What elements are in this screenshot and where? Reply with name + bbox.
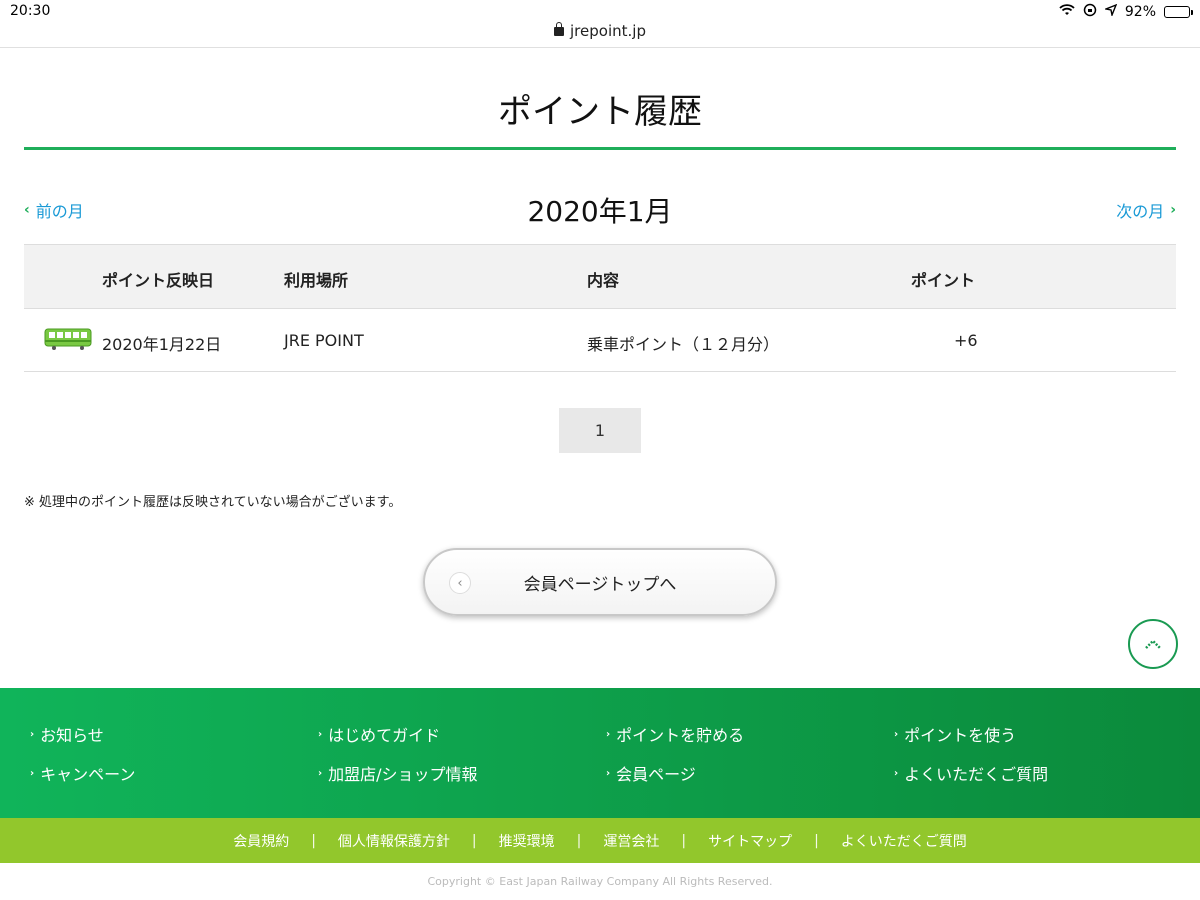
- page-title: ポイント履歴: [498, 92, 702, 132]
- next-month-label: 次の月: [1116, 202, 1165, 221]
- chevron-left-icon: ‹: [449, 572, 471, 594]
- footer-link-company[interactable]: 運営会社: [581, 831, 681, 851]
- point-history-table: ポイント反映日 利用場所 内容 ポイント 2020年1月22日 JRE POIN…: [24, 244, 1176, 372]
- footer-nav-campaign[interactable]: › キャンペーン: [30, 761, 135, 785]
- footer-nav-label: ポイントを貯める: [616, 726, 745, 745]
- header-place: 利用場所: [284, 271, 349, 290]
- chevron-right-icon: ›: [318, 767, 323, 779]
- member-top-label: 会員ページトップへ: [523, 574, 677, 595]
- processing-note: ※ 処理中のポイント履歴は反映されていない場合がございます。: [24, 495, 402, 510]
- footer-link-faq[interactable]: よくいただくご質問: [819, 831, 989, 851]
- title-divider: [24, 147, 1176, 150]
- status-right: 92%: [1059, 3, 1193, 21]
- next-month-link[interactable]: 次の月 ›: [1116, 198, 1176, 222]
- chevron-right-icon: ›: [606, 767, 611, 779]
- row-place: JRE POINT: [284, 331, 364, 350]
- footer-nav-news[interactable]: › お知らせ: [30, 722, 104, 746]
- footer-link-sitemap[interactable]: サイトマップ: [686, 831, 814, 851]
- train-icon: [44, 327, 92, 351]
- footer-link-terms[interactable]: 会員規約: [211, 831, 311, 851]
- current-month: 2020年1月: [527, 195, 673, 228]
- link-separator: |: [471, 832, 477, 849]
- footer-link-recommended-env[interactable]: 推奨環境: [477, 831, 577, 851]
- link-separator: |: [576, 832, 582, 849]
- footer-nav-label: 加盟店/ショップ情報: [328, 765, 478, 784]
- footer-nav-label: よくいただくご質問: [904, 765, 1049, 784]
- battery-percent: 92%: [1124, 4, 1156, 20]
- footer-nav-faq[interactable]: › よくいただくご質問: [894, 761, 1048, 785]
- row-content: 乗車ポイント（１２月分）: [587, 335, 780, 354]
- chevron-up-icon: [1145, 639, 1161, 649]
- orientation-lock-icon: [1083, 3, 1097, 21]
- link-separator: |: [681, 832, 687, 849]
- footer-nav-label: ポイントを使う: [904, 726, 1017, 745]
- header-date: ポイント反映日: [102, 271, 215, 290]
- header-content: 内容: [587, 271, 620, 290]
- footer-nav-shop-info[interactable]: › 加盟店/ショップ情報: [318, 761, 478, 785]
- lock-icon: [554, 22, 565, 36]
- footer-nav-use-points[interactable]: › ポイントを使う: [894, 722, 1016, 746]
- link-separator: |: [814, 832, 819, 849]
- address-bar[interactable]: jrepoint.jp: [0, 22, 1200, 48]
- scroll-to-top-button[interactable]: [1128, 619, 1178, 669]
- copyright: Copyright © East Japan Railway Company A…: [427, 875, 773, 888]
- status-bar: 20:30 92%: [0, 0, 1200, 22]
- row-point: +6: [954, 331, 978, 350]
- chevron-right-icon: ›: [318, 728, 323, 740]
- location-icon: [1103, 3, 1118, 20]
- footer-nav-label: はじめてガイド: [328, 726, 441, 745]
- wifi-icon: [1059, 4, 1075, 20]
- footer-nav-label: 会員ページ: [616, 765, 696, 784]
- footer-nav-label: お知らせ: [40, 726, 104, 745]
- footer-nav-guide[interactable]: › はじめてガイド: [318, 722, 440, 746]
- chevron-right-icon: ›: [606, 728, 611, 740]
- url-text: jrepoint.jp: [570, 22, 646, 40]
- chevron-right-icon: ›: [894, 728, 899, 740]
- chevron-right-icon: ›: [894, 767, 899, 779]
- chevron-right-icon: ›: [1170, 202, 1176, 218]
- table-row: 2020年1月22日 JRE POINT 乗車ポイント（１２月分） +6: [24, 308, 1176, 372]
- footer-link-privacy-policy[interactable]: 個人情報保護方針: [316, 831, 472, 851]
- footer-nav-label: キャンペーン: [40, 765, 136, 784]
- footer-nav-earn-points[interactable]: › ポイントを貯める: [606, 722, 744, 746]
- table-header: ポイント反映日 利用場所 内容 ポイント: [24, 244, 1176, 308]
- link-separator: |: [311, 832, 316, 849]
- row-date: 2020年1月22日: [102, 335, 222, 354]
- footer-nav-member-page[interactable]: › 会員ページ: [606, 761, 696, 785]
- month-navigation: ‹ 前の月 2020年1月 次の月 ›: [24, 190, 1176, 230]
- chevron-right-icon: ›: [30, 767, 35, 779]
- header-point: ポイント: [911, 271, 976, 290]
- battery-icon: [1164, 6, 1193, 18]
- page-button[interactable]: 1: [559, 408, 641, 453]
- status-time: 20:30: [10, 3, 51, 19]
- footer-nav: › お知らせ › はじめてガイド › ポイントを貯める › ポイントを使う › キャンペーン › 加盟…: [0, 688, 1200, 818]
- chevron-right-icon: ›: [30, 728, 35, 740]
- footer-links: 会員規約 | 個人情報保護方針 | 推奨環境 | 運営会社 | サイトマップ | よくいただくご質問: [0, 818, 1200, 863]
- member-top-button[interactable]: ‹ 会員ページトップへ: [423, 548, 777, 616]
